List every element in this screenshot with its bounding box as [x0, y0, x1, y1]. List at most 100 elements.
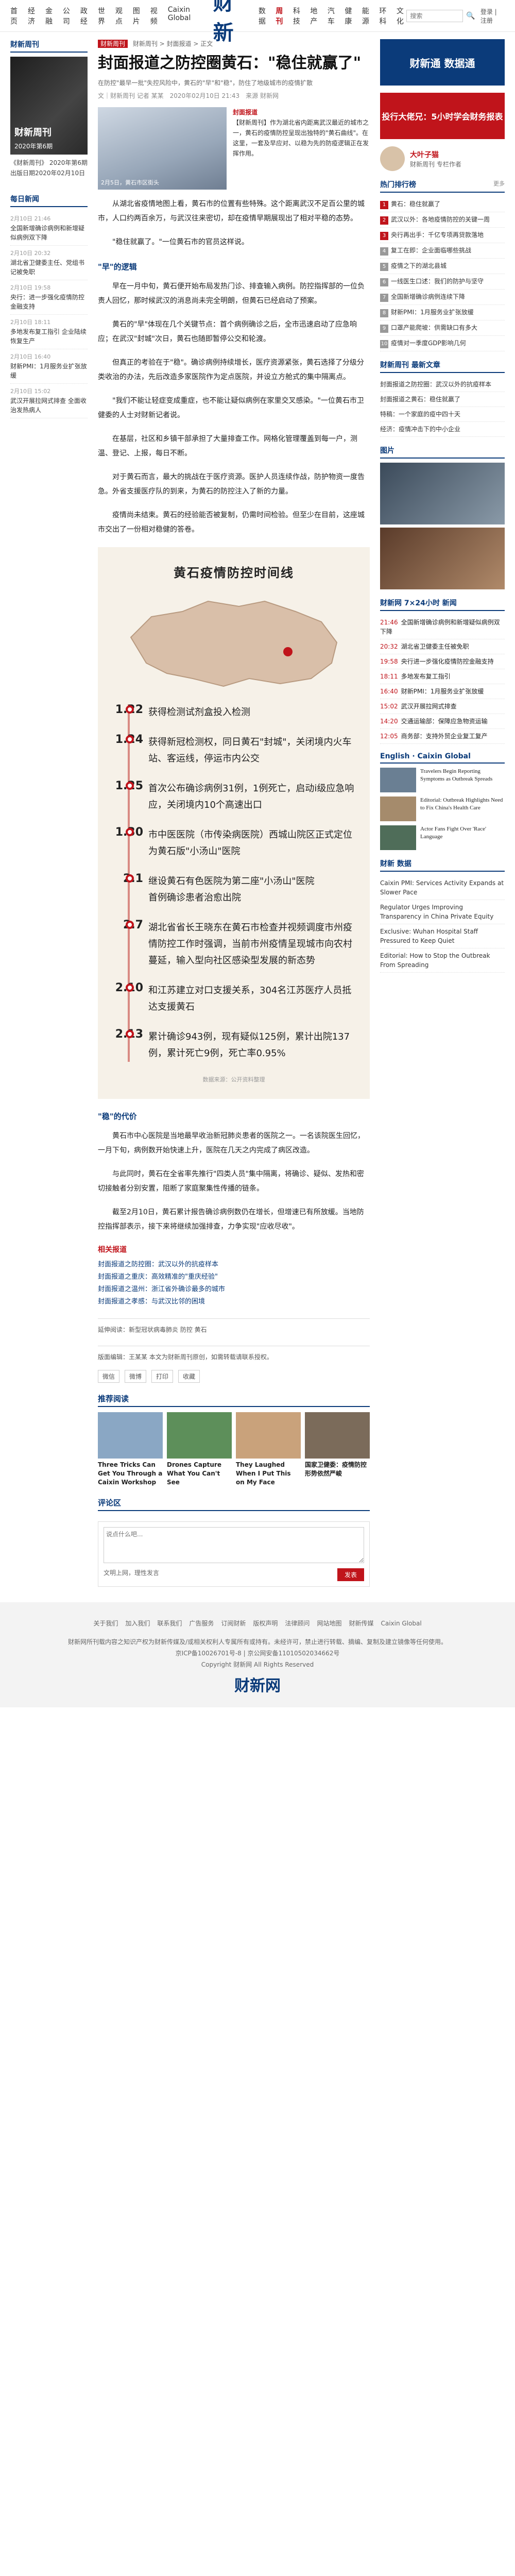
tele-item[interactable]: 16:40 财新PMI：1月服务业扩张放缓 [380, 684, 505, 699]
nav-item[interactable]: 周刊 [276, 6, 286, 26]
nav-item[interactable]: 政经 [80, 6, 91, 26]
tele-text[interactable]: 武汉开展拉网式排查 [401, 703, 457, 710]
nav-item[interactable]: 科技 [293, 6, 303, 26]
list-item-text[interactable]: 全国新增确诊病例和新增疑似病例双下降 [10, 225, 84, 241]
list-item[interactable]: 2月10日 18:11 多地发布复工指引 企业陆续恢复生产 [10, 315, 88, 349]
nav-item[interactable]: 金融 [45, 6, 56, 26]
list-item-text[interactable]: 央行：进一步强化疫情防控金融支持 [10, 294, 84, 310]
en-thumb[interactable] [380, 825, 416, 850]
hot-item-text[interactable]: 口罩产能爬坡：供需缺口有多大 [391, 324, 477, 331]
footer-link[interactable]: 网站地图 [317, 1618, 341, 1629]
mag-cover[interactable]: 财新周刊 2020年第6期 [10, 57, 88, 155]
en-item[interactable]: Travelers Begin Reporting Symptoms as Ou… [380, 768, 505, 792]
list-item[interactable]: 2月10日 19:58 央行：进一步强化疫情防控金融支持 [10, 280, 88, 315]
footer-link[interactable]: 广告服务 [189, 1618, 214, 1629]
list-item[interactable]: 2月10日 20:32 湖北省卫健委主任、党组书记被免职 [10, 246, 88, 280]
footer-link[interactable]: 法律顾问 [285, 1618, 310, 1629]
nav-item[interactable]: 数据 [259, 6, 269, 26]
tele-text[interactable]: 央行进一步强化疫情防控金融支持 [401, 658, 494, 665]
photo-1[interactable] [380, 463, 505, 524]
share-button[interactable]: 微博 [125, 1370, 147, 1383]
list-item-text[interactable]: 财新PMI：1月服务业扩张放缓 [10, 363, 87, 379]
tele-item[interactable]: 12:05 商务部：支持外贸企业复工复产 [380, 729, 505, 744]
en-text[interactable]: Actor Fans Fight Over 'Race' Language [420, 825, 505, 850]
list-item[interactable]: 2月10日 15:02 武汉开展拉网式排查 全面收治发热病人 [10, 384, 88, 418]
bottom-item[interactable]: Exclusive: Wuhan Hospital Staff Pressure… [380, 924, 505, 948]
footer-link[interactable]: 财新传媒 [349, 1618, 373, 1629]
tele-text[interactable]: 商务部：支持外贸企业复工复产 [401, 733, 488, 740]
hot-item-text[interactable]: 复工在即：企业面临哪些挑战 [391, 247, 471, 254]
nav-item[interactable]: 视频 [150, 6, 161, 26]
avatar[interactable] [380, 146, 405, 171]
footer-link[interactable]: Caixin Global [381, 1618, 421, 1629]
share-button[interactable]: 收藏 [178, 1370, 200, 1383]
hot-item[interactable]: 3 央行再出手：千亿专项再贷款落地 [380, 228, 505, 243]
rec-image[interactable] [305, 1412, 370, 1459]
tele-item[interactable]: 21:46 全国新增确诊病例和新增疑似病例双下降 [380, 615, 505, 639]
mag-item[interactable]: 特稿：一个家庭的疫中四十天 [380, 407, 505, 422]
rec-title-text[interactable]: 国家卫健委：疫情防控形势依然严峻 [305, 1461, 370, 1478]
bottom-item[interactable]: Editorial: How to Stop the Outbreak From… [380, 948, 505, 973]
hot-item-text[interactable]: 疫情之下的湖北县城 [391, 262, 447, 269]
en-text[interactable]: Travelers Begin Reporting Symptoms as Ou… [420, 768, 505, 792]
hot-item-text[interactable]: 一线医生口述：我们的防护与坚守 [391, 278, 484, 285]
nav-item[interactable]: 文化 [397, 6, 407, 26]
hot-item[interactable]: 2 武汉以外：各地疫情防控的关键一周 [380, 212, 505, 228]
related-link[interactable]: 封面报道之孝感：与武汉比邻的困境 [98, 1296, 370, 1308]
rec-title-text[interactable]: Three Tricks Can Get You Through a Caixi… [98, 1461, 163, 1487]
hot-item[interactable]: 1 黄石：稳住就赢了 [380, 197, 505, 212]
rec-title-text[interactable]: They Laughed When I Put This on My Face [236, 1461, 301, 1487]
hot-more-link[interactable]: 更多 [493, 179, 505, 190]
tele-item[interactable]: 19:58 央行进一步强化疫情防控金融支持 [380, 654, 505, 669]
en-text[interactable]: Editorial: Outbreak Highlights Need to F… [420, 796, 505, 821]
nav-item[interactable]: 图片 [133, 6, 143, 26]
nav-item[interactable]: 公司 [63, 6, 73, 26]
rec-card[interactable]: Drones Capture What You Can't See [167, 1412, 232, 1487]
comment-input[interactable] [104, 1527, 364, 1563]
nav-item[interactable]: 能源 [362, 6, 372, 26]
rec-image[interactable] [98, 1412, 163, 1459]
hot-item[interactable]: 7 全国新增确诊病例连续下降 [380, 290, 505, 305]
rec-image[interactable] [167, 1412, 232, 1459]
tele-text[interactable]: 交通运输部：保障应急物资运输 [401, 718, 488, 725]
rec-card[interactable]: Three Tricks Can Get You Through a Caixi… [98, 1412, 163, 1487]
crumb-badge[interactable]: 财新周刊 [98, 40, 128, 48]
footer-link[interactable]: 订阅财新 [221, 1618, 246, 1629]
ad-banner-2[interactable]: 投行大佬兄：5小时学会财务报表 [380, 93, 505, 139]
bottom-item[interactable]: Regulator Urges Improving Transparency i… [380, 900, 505, 924]
hot-item[interactable]: 8 财新PMI：1月服务业扩张放缓 [380, 305, 505, 320]
crumb-path[interactable]: 财新周刊 > 封面报道 > 正文 [133, 40, 213, 47]
tele-text[interactable]: 多地发布复工指引 [401, 673, 451, 680]
photo-2[interactable] [380, 528, 505, 589]
list-item[interactable]: 2月10日 21:46 全国新增确诊病例和新增疑似病例双下降 [10, 211, 88, 246]
hot-item[interactable]: 5 疫情之下的湖北县城 [380, 259, 505, 274]
footer-link[interactable]: 版权声明 [253, 1618, 278, 1629]
share-button[interactable]: 打印 [151, 1370, 174, 1383]
nav-item[interactable]: 汽车 [328, 6, 338, 26]
hot-item-text[interactable]: 疫情对一季度GDP影响几何 [391, 340, 466, 347]
hot-item[interactable]: 10 疫情对一季度GDP影响几何 [380, 336, 505, 351]
search-input[interactable] [406, 9, 464, 22]
en-thumb[interactable] [380, 796, 416, 821]
nav-item[interactable]: 首页 [10, 6, 21, 26]
hot-item[interactable]: 9 口罩产能爬坡：供需缺口有多大 [380, 320, 505, 336]
hot-item[interactable]: 6 一线医生口述：我们的防护与坚守 [380, 274, 505, 290]
rec-image[interactable] [236, 1412, 301, 1459]
rec-card[interactable]: 国家卫健委：疫情防控形势依然严峻 [305, 1412, 370, 1487]
tele-text[interactable]: 财新PMI：1月服务业扩张放缓 [401, 688, 484, 695]
footer-link[interactable]: 加入我们 [125, 1618, 150, 1629]
hot-item-text[interactable]: 黄石：稳住就赢了 [391, 200, 440, 208]
mag-item[interactable]: 封面报道之防控圈：武汉以外的抗疫样本 [380, 377, 505, 392]
hot-item-text[interactable]: 武汉以外：各地疫情防控的关键一周 [391, 216, 490, 223]
hot-item-text[interactable]: 央行再出手：千亿专项再贷款落地 [391, 231, 484, 239]
search-icon[interactable]: 🔍 [466, 12, 475, 20]
hot-item-text[interactable]: 财新PMI：1月服务业扩张放缓 [391, 309, 474, 316]
comment-submit-button[interactable]: 发表 [337, 1568, 364, 1581]
hot-item-text[interactable]: 全国新增确诊病例连续下降 [391, 293, 465, 300]
ad-banner-1[interactable]: 财新通 数据通 [380, 39, 505, 86]
nav-item[interactable]: 健康 [345, 6, 355, 26]
rec-title-text[interactable]: Drones Capture What You Can't See [167, 1461, 232, 1487]
tele-item[interactable]: 18:11 多地发布复工指引 [380, 669, 505, 684]
tele-item[interactable]: 20:32 湖北省卫健委主任被免职 [380, 639, 505, 654]
mag-item[interactable]: 经济：疫情冲击下的中小企业 [380, 422, 505, 437]
